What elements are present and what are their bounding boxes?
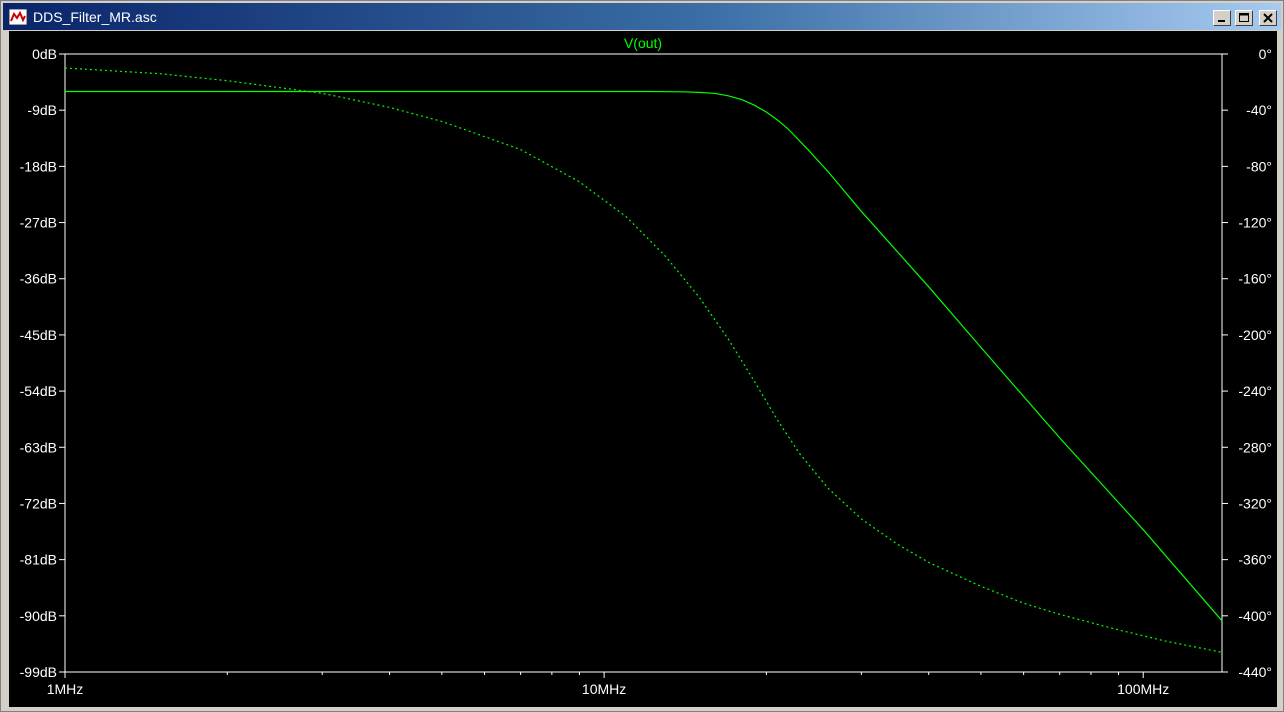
x-tick-label: 1MHz (47, 681, 84, 697)
x-tick-label: 10MHz (582, 681, 626, 697)
y-right-tick-label: -200° (1238, 327, 1272, 343)
y-left-tick-label: -90dB (20, 608, 57, 624)
y-left-tick-label: -9dB (27, 102, 57, 118)
minimize-button[interactable] (1213, 10, 1231, 26)
y-left-tick-label: -99dB (20, 664, 57, 680)
y-right-tick-label: -120° (1238, 215, 1272, 231)
y-right-tick-label: -400° (1238, 608, 1272, 624)
y-left-tick-label: -27dB (20, 215, 57, 231)
close-icon (1263, 13, 1273, 23)
maximize-button[interactable] (1235, 10, 1253, 26)
phase-trace (64, 67, 1223, 653)
waveform-icon (9, 9, 27, 25)
y-left-tick-label: -63dB (20, 439, 57, 455)
y-right-tick-label: -440° (1238, 664, 1272, 680)
y-right-tick-label: -240° (1238, 383, 1272, 399)
chart-title: V(out) (624, 35, 662, 51)
y-left-tick-label: -45dB (20, 327, 57, 343)
y-left-tick-label: -36dB (20, 271, 57, 287)
y-left-tick-label: -54dB (20, 383, 57, 399)
y-right-tick-label: -80° (1246, 158, 1272, 174)
close-button[interactable] (1259, 10, 1277, 26)
y-left-tick-label: -18dB (20, 158, 57, 174)
y-right-tick-label: -160° (1238, 271, 1272, 287)
plot-area[interactable]: V(out) 0dB -9dB -18dB -27dB -36dB -45dB -54dB -… (9, 31, 1277, 707)
x-tick-label: 100MHz (1117, 681, 1169, 697)
y-left-tick-label: 0dB (32, 46, 57, 62)
y-right-tick-label: 0° (1259, 46, 1272, 62)
plot-frame (64, 53, 1223, 673)
maximize-icon (1239, 13, 1249, 22)
minimize-icon (1218, 20, 1225, 22)
y-left-tick-label: -72dB (20, 495, 57, 511)
y-right-tick-label: -280° (1238, 439, 1272, 455)
window-title: DDS_Filter_MR.asc (33, 9, 157, 25)
bode-plot[interactable]: V(out) 0dB -9dB -18dB -27dB -36dB -45dB -54dB -… (9, 31, 1277, 707)
y-right-tick-label: -360° (1238, 552, 1272, 568)
y-right-tick-label: -40° (1246, 102, 1272, 118)
plot-window: DDS_Filter_MR.asc V(out) 0dB -9dB -18dB -27… (0, 0, 1284, 712)
title-bar[interactable]: DDS_Filter_MR.asc (3, 3, 1281, 30)
magnitude-trace (65, 90, 1223, 622)
axis-ticks: 0dB -9dB -18dB -27dB -36dB -45dB -54dB -63dB -72… (20, 46, 1272, 697)
y-left-tick-label: -81dB (20, 552, 57, 568)
traces (64, 67, 1223, 653)
y-right-tick-label: -320° (1238, 495, 1272, 511)
